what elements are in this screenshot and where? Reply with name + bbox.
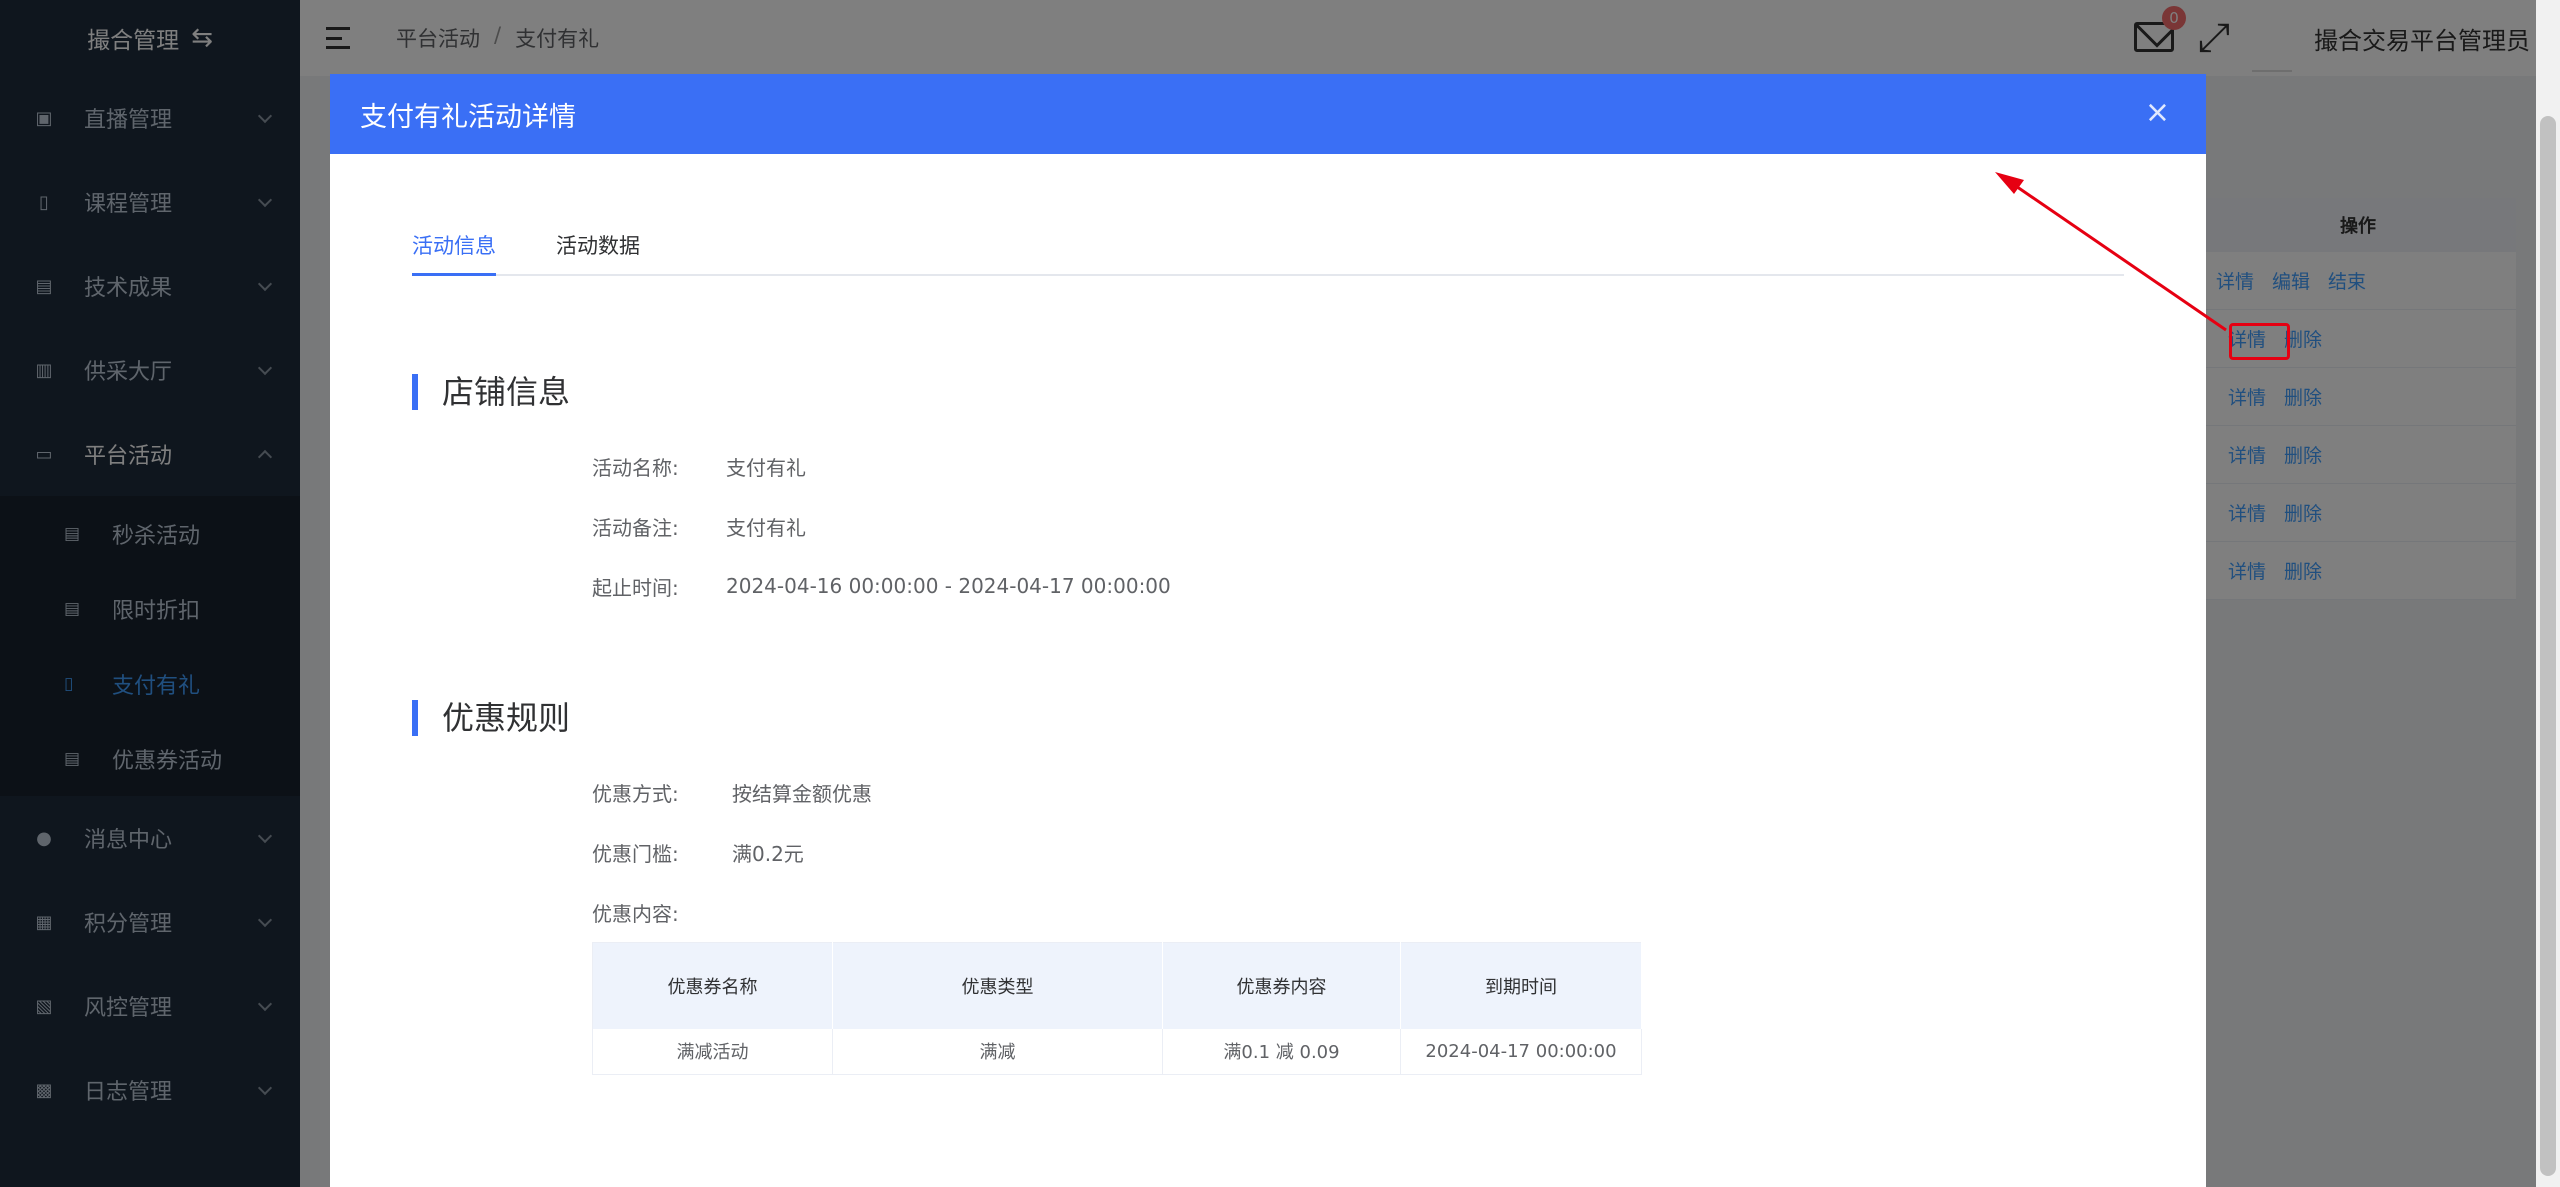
field-label: 优惠内容: <box>592 901 679 926</box>
table-row: 满减活动 满减 满0.1 减 0.09 2024-04-17 00:00:00 <box>592 1028 1642 1075</box>
shop-info: 活动名称: 支付有礼 活动备注: 支付有礼 起止时间: 2024-04-16 0… <box>592 436 2124 616</box>
field-value: 按结算金额优惠 <box>732 781 872 806</box>
coupon-table: 优惠券名称 优惠类型 优惠券内容 到期时间 满减活动 满减 满0.1 减 0.0… <box>592 942 1642 1075</box>
info-row: 优惠门槛: 满0.2元 <box>592 822 2124 882</box>
section-title-shop: 店铺信息 <box>412 370 2124 411</box>
column-header: 优惠券名称 <box>592 942 833 1029</box>
table-cell: 满0.1 减 0.09 <box>1162 1028 1401 1075</box>
field-label: 活动名称: <box>592 455 679 480</box>
column-header: 优惠类型 <box>832 942 1163 1029</box>
field-value: 满0.2元 <box>732 841 804 866</box>
field-label: 优惠门槛: <box>592 841 679 866</box>
table-cell: 满减 <box>832 1028 1163 1075</box>
tabs: 活动信息 活动数据 <box>412 230 2124 276</box>
dialog-header: 支付有礼活动详情 × <box>330 74 2206 154</box>
field-label: 起止时间: <box>592 575 679 600</box>
annotation-highlight-box <box>2229 323 2290 360</box>
field-value: 2024-04-16 00:00:00 - 2024-04-17 00:00:0… <box>726 574 1171 598</box>
dialog-title: 支付有礼活动详情 <box>360 101 576 133</box>
column-header: 到期时间 <box>1400 942 1642 1029</box>
tab-activity-info[interactable]: 活动信息 <box>412 230 496 276</box>
info-row: 活动名称: 支付有礼 <box>592 436 2124 496</box>
field-value: 支付有礼 <box>726 455 806 480</box>
info-row: 优惠方式: 按结算金额优惠 <box>592 762 2124 822</box>
field-label: 优惠方式: <box>592 781 679 806</box>
info-row: 活动备注: 支付有礼 <box>592 496 2124 556</box>
table-cell: 2024-04-17 00:00:00 <box>1400 1028 1642 1075</box>
detail-dialog: 支付有礼活动详情 × 活动信息 活动数据 店铺信息 活动名称: 支付有礼 活动备… <box>330 74 2206 1187</box>
info-row: 起止时间: 2024-04-16 00:00:00 - 2024-04-17 0… <box>592 556 2124 616</box>
close-icon[interactable]: × <box>2145 98 2170 128</box>
dialog-body: 活动信息 活动数据 店铺信息 活动名称: 支付有礼 活动备注: 支付有礼 起止时… <box>330 230 2206 1075</box>
page-scrollbar[interactable] <box>2536 0 2560 1187</box>
info-row: 优惠内容: <box>592 882 2124 942</box>
field-value: 支付有礼 <box>726 515 806 540</box>
scrollbar-thumb[interactable] <box>2540 116 2556 1176</box>
rules-info: 优惠方式: 按结算金额优惠 优惠门槛: 满0.2元 优惠内容: <box>592 762 2124 942</box>
tab-activity-data[interactable]: 活动数据 <box>556 230 640 274</box>
table-cell: 满减活动 <box>592 1028 833 1075</box>
table-header-row: 优惠券名称 优惠类型 优惠券内容 到期时间 <box>592 942 1642 1029</box>
section-title-rules: 优惠规则 <box>412 696 2124 737</box>
column-header: 优惠券内容 <box>1162 942 1401 1029</box>
field-label: 活动备注: <box>592 515 679 540</box>
